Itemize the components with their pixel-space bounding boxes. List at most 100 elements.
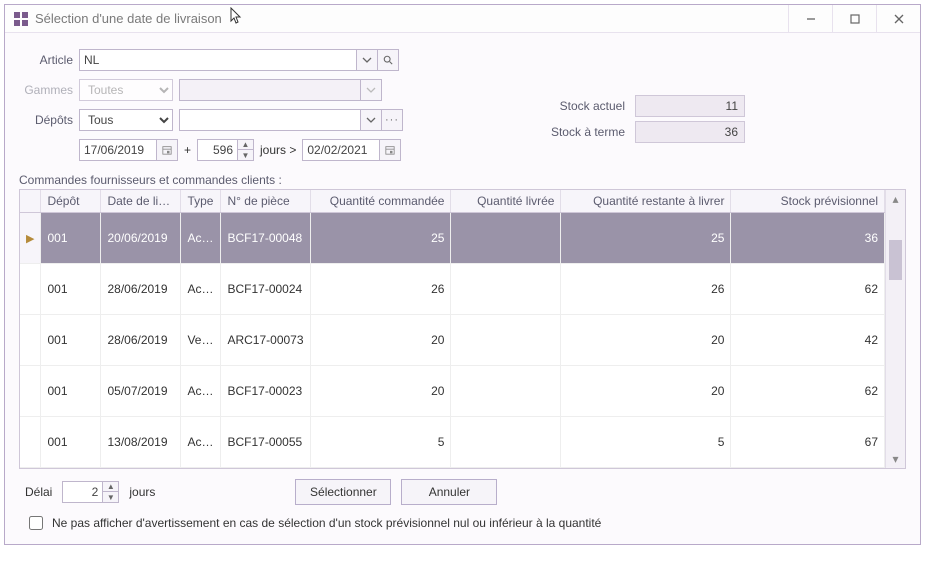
days-up[interactable]: ▲ (238, 140, 253, 150)
col-prev[interactable]: Stock prévisionnel (731, 190, 885, 213)
calendar-icon (385, 145, 395, 155)
depots-detail-input[interactable] (179, 109, 361, 131)
col-type[interactable]: Type (181, 190, 221, 213)
days-input[interactable] (197, 139, 237, 161)
delai-up[interactable]: ▲ (103, 482, 118, 492)
col-livree[interactable]: Quantité livrée (451, 190, 561, 213)
gammes-detail-dropdown (360, 79, 382, 101)
label-delai: Délai (25, 485, 52, 499)
cell-type: Ac… (181, 213, 221, 264)
cell-livree (451, 264, 561, 315)
cell-depot: 001 (41, 264, 101, 315)
delai-stepper[interactable]: ▲▼ (62, 481, 119, 503)
cell-livree (451, 366, 561, 417)
article-dropdown-button[interactable] (356, 49, 378, 71)
cell-depot: 001 (41, 213, 101, 264)
cell-date: 20/06/2019 (101, 213, 181, 264)
header-row: Dépôt Date de li… Type N° de pièce Quant… (20, 190, 885, 213)
gammes-detail-input (179, 79, 361, 101)
cell-piece: BCF17-00024 (221, 264, 311, 315)
depots-browse-button[interactable]: ··· (381, 109, 403, 131)
cell-date: 13/08/2019 (101, 417, 181, 468)
cell-type: Ac… (181, 417, 221, 468)
label-jours: jours (129, 485, 155, 499)
row-marker: ▶ (20, 213, 41, 264)
date-from-input[interactable] (79, 139, 157, 161)
cell-cmd: 25 (311, 213, 451, 264)
no-warning-checkbox[interactable] (29, 516, 43, 530)
cell-type: Ac… (181, 366, 221, 417)
close-button[interactable] (876, 5, 920, 33)
delai-input[interactable] (62, 481, 102, 503)
cell-livree (451, 315, 561, 366)
cell-cmd: 5 (311, 417, 451, 468)
label-gammes: Gammes (19, 83, 79, 97)
row-marker (20, 366, 41, 417)
label-plus: + (178, 143, 197, 157)
row-marker (20, 264, 41, 315)
label-stock-actuel: Stock actuel (515, 99, 635, 113)
cell-date: 28/06/2019 (101, 264, 181, 315)
scroll-up-icon[interactable]: ▴ (886, 190, 905, 208)
date-from-calendar-button[interactable] (156, 139, 178, 161)
table-row[interactable]: 00105/07/2019Ac…BCF17-00023202062 (20, 366, 885, 417)
cell-reste: 26 (561, 264, 731, 315)
cell-reste: 20 (561, 315, 731, 366)
cancel-button[interactable]: Annuler (401, 479, 497, 505)
maximize-button[interactable] (832, 5, 876, 33)
section-title: Commandes fournisseurs et commandes clie… (19, 173, 906, 187)
cell-prev: 62 (731, 366, 885, 417)
article-search-button[interactable] (377, 49, 399, 71)
grid-scrollbar[interactable]: ▴ ▾ (885, 190, 905, 468)
cell-cmd: 20 (311, 315, 451, 366)
cell-reste: 25 (561, 213, 731, 264)
date-to-calendar-button[interactable] (379, 139, 401, 161)
table-row[interactable]: 00113/08/2019Ac…BCF17-000555567 (20, 417, 885, 468)
cell-type: Ve… (181, 315, 221, 366)
table-row[interactable]: 00128/06/2019Ac…BCF17-00024262662 (20, 264, 885, 315)
cell-cmd: 26 (311, 264, 451, 315)
cell-prev: 62 (731, 264, 885, 315)
cell-reste: 5 (561, 417, 731, 468)
cell-prev: 67 (731, 417, 885, 468)
cell-piece: BCF17-00048 (221, 213, 311, 264)
cell-piece: ARC17-00073 (221, 315, 311, 366)
window-title: Sélection d'une date de livraison (35, 11, 788, 26)
titlebar: Sélection d'une date de livraison (5, 5, 920, 33)
label-jours-sup: jours > (254, 143, 302, 157)
label-article: Article (19, 53, 79, 67)
depots-detail-dropdown[interactable] (360, 109, 382, 131)
scroll-down-icon[interactable]: ▾ (886, 450, 905, 468)
select-button[interactable]: Sélectionner (295, 479, 391, 505)
orders-table[interactable]: Dépôt Date de li… Type N° de pièce Quant… (20, 190, 885, 468)
row-marker (20, 315, 41, 366)
cell-prev: 36 (731, 213, 885, 264)
calendar-icon (162, 145, 172, 155)
table-row[interactable]: 00128/06/2019Ve…ARC17-00073202042 (20, 315, 885, 366)
cell-date: 28/06/2019 (101, 315, 181, 366)
col-piece[interactable]: N° de pièce (221, 190, 311, 213)
scroll-thumb[interactable] (889, 240, 902, 280)
col-cmd[interactable]: Quantité commandée (311, 190, 451, 213)
cell-livree (451, 213, 561, 264)
table-row[interactable]: ▶00120/06/2019Ac…BCF17-00048252536 (20, 213, 885, 264)
depots-select[interactable]: Tous (79, 109, 173, 131)
col-date[interactable]: Date de li… (101, 190, 181, 213)
days-stepper[interactable]: ▲▼ (197, 139, 254, 161)
cell-piece: BCF17-00023 (221, 366, 311, 417)
days-down[interactable]: ▼ (238, 150, 253, 160)
article-input[interactable] (79, 49, 357, 71)
date-to-input[interactable] (302, 139, 380, 161)
delai-down[interactable]: ▼ (103, 492, 118, 502)
cell-date: 05/07/2019 (101, 366, 181, 417)
value-stock-terme: 36 (635, 121, 745, 143)
col-reste[interactable]: Quantité restante à livrer (561, 190, 731, 213)
cell-prev: 42 (731, 315, 885, 366)
cell-depot: 001 (41, 366, 101, 417)
cell-type: Ac… (181, 264, 221, 315)
col-depot[interactable]: Dépôt (41, 190, 101, 213)
minimize-button[interactable] (788, 5, 832, 33)
cell-livree (451, 417, 561, 468)
row-marker (20, 417, 41, 468)
cell-reste: 20 (561, 366, 731, 417)
